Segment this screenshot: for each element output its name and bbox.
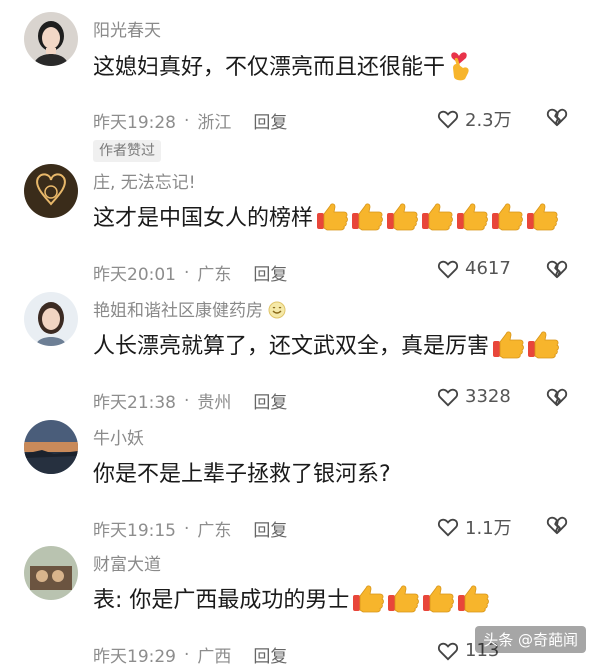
thumbs-up-emoji (455, 201, 489, 231)
thumbs-up-emoji (351, 583, 385, 613)
avatar[interactable] (24, 164, 78, 218)
comment-text-body: 这媳妇真好，不仅漂亮而且还很能干 (93, 55, 446, 80)
like-count: 1.1万 (465, 518, 512, 539)
like-button[interactable]: 3328 (437, 386, 511, 407)
username[interactable]: 财富大道 (93, 550, 161, 575)
comment-time: 昨天19:15 (93, 521, 176, 541)
comment-text: 这才是中国女人的榜样 (93, 200, 560, 232)
comment-location: 贵州 (197, 393, 232, 413)
heart-outline-icon (437, 518, 459, 537)
broken-heart-icon (546, 108, 568, 127)
thumbs-up-emoji (315, 201, 349, 231)
separator-dot: · (184, 390, 190, 411)
like-button[interactable]: 4617 (437, 258, 511, 279)
comment-location: 广东 (197, 265, 232, 285)
reply-button[interactable]: 回复 (253, 260, 287, 285)
broken-heart-icon (546, 516, 568, 535)
comment-text: 这媳妇真好，不仅漂亮而且还很能干 (93, 48, 474, 82)
author-liked-badge: 作者赞过 (93, 140, 161, 162)
watermark: 头条 @奇葩闻 (475, 626, 586, 653)
thumbs-up-emoji (420, 201, 454, 231)
heart-outline-icon (437, 260, 459, 278)
like-button[interactable]: 1.1万 (437, 514, 512, 540)
comment-time: 昨天20:01 (93, 265, 176, 285)
comment-meta: 昨天19:15 · 广东 回复 (93, 516, 287, 542)
comment-meta: 昨天19:28 · 浙江 回复 (93, 108, 287, 134)
username[interactable]: 阳光春天 (93, 16, 161, 41)
reply-button[interactable]: 回复 (253, 388, 287, 413)
separator-dot: · (184, 262, 190, 283)
thumbs-up-emoji (385, 201, 419, 231)
comment-text-body: 你是不是上辈子拯救了银河系? (93, 462, 391, 487)
like-count: 4617 (465, 258, 511, 279)
thumbs-up-emoji (421, 583, 455, 613)
smile-emoji (268, 301, 286, 319)
broken-heart-icon (546, 260, 568, 279)
comment-meta: 昨天19:29 · 广西 回复 (93, 642, 287, 667)
dislike-button[interactable] (546, 386, 568, 408)
thumbs-up-emoji (490, 201, 524, 231)
comment-text-body: 表: 你是广西最成功的男士 (93, 588, 350, 613)
thumbs-up-emoji-row (351, 583, 491, 613)
thumbs-up-emoji (491, 329, 525, 359)
thumbs-up-emoji (525, 201, 559, 231)
hand-heart-emoji (445, 48, 473, 82)
thumbs-up-emoji-row (491, 329, 561, 359)
username[interactable]: 艳姐和谐社区康健药房 (93, 296, 286, 321)
broken-heart-icon (546, 388, 568, 407)
avatar[interactable] (24, 546, 78, 600)
avatar[interactable] (24, 12, 78, 66)
reply-button[interactable]: 回复 (253, 516, 287, 541)
like-count: 2.3万 (465, 110, 512, 131)
username-text: 艳姐和谐社区康健药房 (93, 301, 263, 321)
thumbs-up-emoji (350, 201, 384, 231)
separator-dot: · (184, 518, 190, 539)
comment-meta: 昨天21:38 · 贵州 回复 (93, 388, 287, 414)
avatar[interactable] (24, 420, 78, 474)
comment-location: 广西 (197, 647, 232, 667)
dislike-button[interactable] (546, 258, 568, 280)
heart-outline-icon (437, 388, 459, 406)
comment-meta: 昨天20:01 · 广东 回复 (93, 260, 287, 286)
dislike-button[interactable] (546, 514, 568, 536)
comment-time: 昨天21:38 (93, 393, 176, 413)
like-button[interactable]: 2.3万 (437, 106, 512, 132)
avatar[interactable] (24, 292, 78, 346)
comment-text: 人长漂亮就算了，还文武双全，真是厉害 (93, 328, 561, 360)
comment-text: 你是不是上辈子拯救了银河系? (93, 456, 391, 488)
thumbs-up-emoji-row (315, 201, 560, 231)
username[interactable]: 牛小妖 (93, 424, 144, 449)
comment-text-body: 人长漂亮就算了，还文武双全，真是厉害 (93, 334, 490, 359)
heart-outline-icon (437, 642, 459, 660)
dislike-button[interactable] (546, 106, 568, 128)
thumbs-up-emoji (386, 583, 420, 613)
comment-location: 广东 (197, 521, 232, 541)
username[interactable]: 庄, 无法忘记! (93, 168, 196, 193)
comment-time: 昨天19:28 (93, 113, 176, 133)
like-count: 3328 (465, 386, 511, 407)
comment-text-body: 这才是中国女人的榜样 (93, 206, 314, 231)
reply-button[interactable]: 回复 (253, 108, 287, 133)
comment-location: 浙江 (197, 113, 232, 133)
reply-button[interactable]: 回复 (253, 642, 287, 667)
heart-outline-icon (437, 110, 459, 129)
comment-text: 表: 你是广西最成功的男士 (93, 582, 491, 614)
separator-dot: · (184, 644, 190, 665)
comment-time: 昨天19:29 (93, 647, 176, 667)
thumbs-up-emoji (526, 329, 560, 359)
separator-dot: · (184, 110, 190, 131)
thumbs-up-emoji (456, 583, 490, 613)
